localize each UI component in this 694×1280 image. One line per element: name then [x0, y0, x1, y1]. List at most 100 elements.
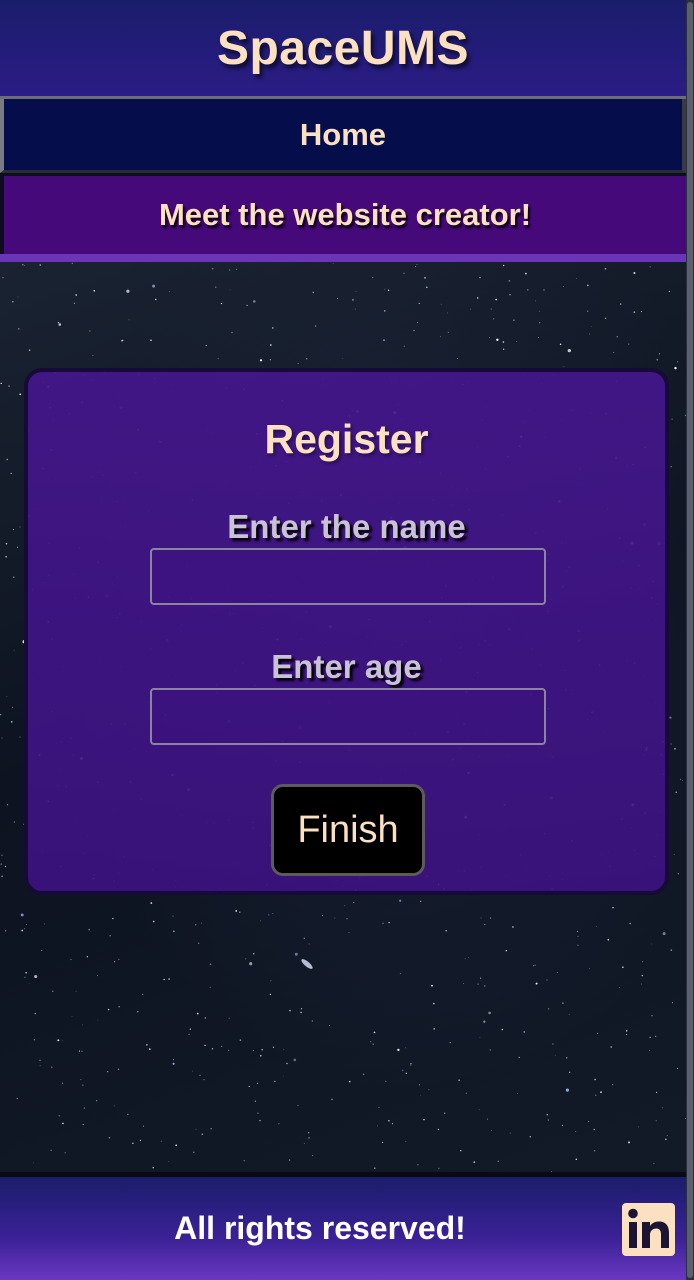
star [401, 1069, 404, 1072]
register-form: Register Enter the name Enter age Finish [24, 368, 669, 895]
star [93, 289, 96, 292]
star [460, 1150, 462, 1152]
star [423, 1118, 425, 1121]
scrollbar[interactable] [686, 0, 694, 1280]
star [195, 924, 197, 926]
linkedin-icon[interactable] [622, 1203, 675, 1256]
star [633, 311, 636, 313]
star [563, 286, 565, 287]
star [126, 289, 130, 293]
star [172, 915, 174, 917]
star [33, 1039, 36, 1041]
star [477, 297, 479, 299]
star [195, 1128, 197, 1130]
name-input[interactable] [150, 548, 546, 605]
star [17, 296, 19, 298]
star [192, 1070, 194, 1072]
star [479, 1036, 481, 1038]
star [231, 331, 233, 334]
star [220, 302, 223, 305]
star [308, 943, 310, 945]
star [622, 966, 624, 968]
star [73, 302, 75, 304]
star [463, 983, 465, 985]
star [642, 961, 644, 963]
star [175, 1144, 178, 1147]
star [315, 325, 317, 327]
star [534, 300, 536, 302]
star [229, 289, 231, 291]
star [612, 1084, 614, 1086]
star [625, 1030, 628, 1032]
star [595, 925, 597, 927]
star [516, 341, 517, 342]
star [329, 1025, 330, 1026]
star [418, 302, 420, 305]
star [593, 1128, 595, 1131]
star [493, 318, 495, 320]
star [81, 1050, 83, 1052]
star [546, 979, 548, 981]
star [57, 1039, 60, 1042]
star [188, 1033, 190, 1036]
star [575, 1131, 577, 1132]
star [509, 294, 511, 296]
star [168, 291, 170, 293]
star [655, 1091, 658, 1094]
star [254, 1100, 257, 1102]
star [576, 278, 577, 280]
nav-creator-link[interactable]: Meet the website creator! [0, 176, 686, 254]
star [562, 1002, 564, 1004]
star [152, 284, 156, 288]
star [19, 736, 21, 738]
star [289, 1009, 291, 1012]
nav-creator-label: Meet the website creator! [158, 197, 532, 232]
star [1, 737, 3, 739]
star [597, 1032, 599, 1034]
star [653, 1162, 655, 1165]
star [128, 319, 130, 321]
star [24, 264, 26, 266]
star [575, 1158, 578, 1160]
star [417, 1163, 419, 1166]
star [28, 983, 30, 985]
star [96, 975, 99, 977]
star [12, 301, 14, 303]
star [378, 1106, 380, 1108]
star [12, 529, 14, 531]
star [670, 949, 673, 951]
star [78, 1050, 80, 1052]
star [253, 953, 255, 955]
star [150, 339, 152, 341]
star [235, 910, 238, 912]
star [19, 393, 22, 396]
finish-button[interactable]: Finish [271, 784, 425, 876]
star [674, 366, 677, 370]
star [424, 276, 426, 279]
star [410, 1064, 412, 1066]
star [2, 277, 4, 279]
star [142, 993, 144, 996]
star [282, 1075, 284, 1077]
star [479, 276, 481, 279]
star [518, 1056, 520, 1058]
age-input[interactable] [150, 688, 546, 745]
scrollbar-thumb[interactable] [687, 2, 693, 1278]
star [594, 1078, 596, 1081]
star [293, 1058, 297, 1062]
star [428, 1089, 430, 1091]
name-label: Enter the name [227, 508, 466, 545]
nav-home-link[interactable]: Home [0, 99, 686, 173]
star [19, 526, 21, 528]
star [478, 1109, 480, 1111]
star [665, 1138, 667, 1141]
star [629, 922, 631, 925]
star [43, 923, 46, 925]
star [252, 1050, 254, 1051]
star [137, 1010, 139, 1013]
star [294, 952, 298, 956]
star [342, 358, 344, 360]
star [619, 303, 622, 305]
star [1, 854, 3, 856]
star [139, 1139, 142, 1142]
